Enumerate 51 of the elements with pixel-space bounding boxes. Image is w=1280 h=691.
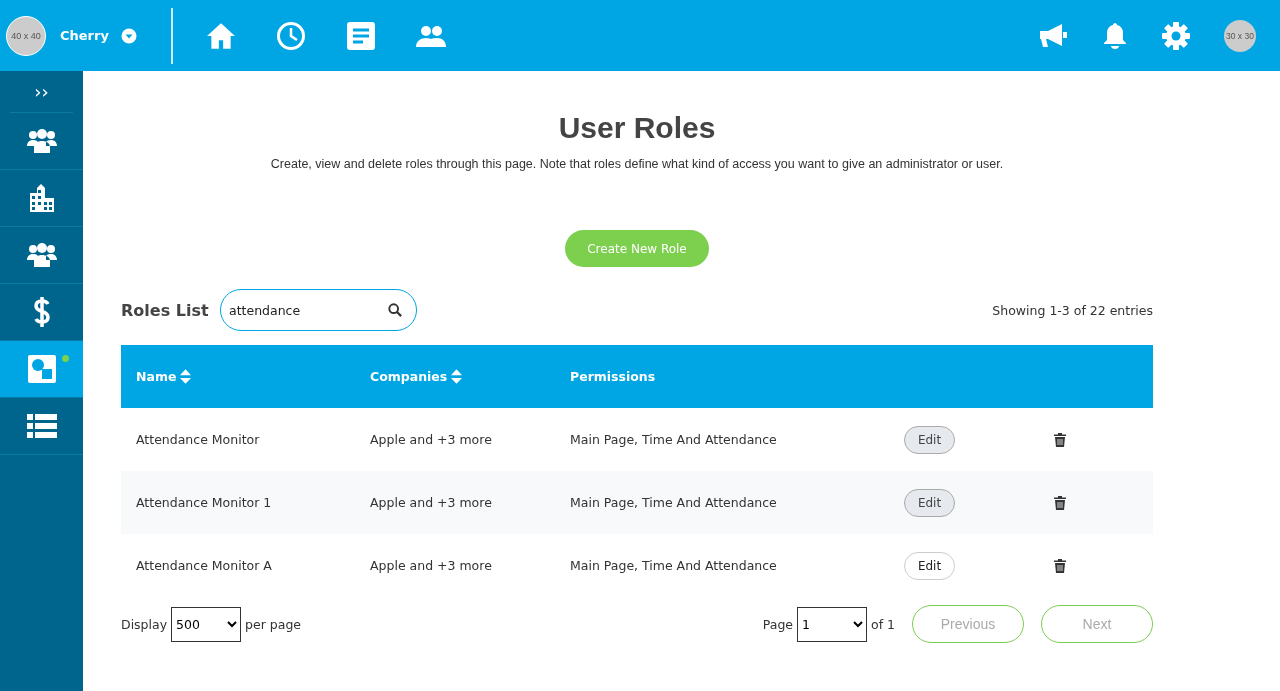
page-count: of 1 [871,616,895,632]
table-cell-text: Apple and +3 more [370,432,493,447]
settings-icon[interactable] [1162,21,1190,50]
page-description: Create, view and delete roles through this page. Note that roles define what kind of access you want to give an administrator or user. [269,157,1005,171]
table-cell-text: Attendance Monitor 1 [135,495,273,510]
display-label: Display [121,616,168,632]
column-header[interactable]: Permissions [570,369,656,384]
table-cell-text: Apple and +3 more [370,495,493,510]
list-icon [26,414,57,438]
expand-button[interactable]: ›› [10,71,73,113]
home-icon[interactable] [206,21,236,50]
document-icon[interactable] [346,20,376,51]
edit-button[interactable]: Edit [904,425,955,454]
table-cell-text: Main Page, Time And Attendance [570,432,778,447]
page-select[interactable]: 1 [797,606,867,642]
table-cell-text: Attendance Monitor [135,432,261,447]
column-header[interactable]: Companies [370,369,448,384]
shapes-icon [26,354,57,384]
search-icon[interactable] [388,303,402,317]
trash-icon[interactable] [1054,558,1066,573]
clock-icon[interactable] [276,20,306,51]
megaphone-icon[interactable] [1038,22,1068,49]
per-page-label: per page [245,616,302,632]
trash-icon[interactable] [1054,495,1066,510]
table-cell-text: Apple and +3 more [370,558,493,573]
column-header[interactable]: Name [136,369,177,384]
edit-button[interactable]: Edit [904,488,955,517]
people-icon[interactable] [416,24,446,47]
search-field[interactable]: attendance [220,289,417,331]
edit-button[interactable]: Edit [904,551,955,580]
section-heading: Roles List [121,300,210,320]
group-icon [26,129,57,153]
group-icon [26,243,57,267]
sort-icon[interactable] [180,369,192,384]
table-cell-text: Main Page, Time And Attendance [570,558,778,573]
dollar-icon [32,296,51,328]
table-cell-text: Main Page, Time And Attendance [570,495,778,510]
bell-icon[interactable] [1102,21,1128,50]
user-name[interactable]: Cherry [60,28,109,43]
avatar[interactable]: 30 x 30 [1224,19,1256,52]
page-title: User Roles [557,111,717,145]
avatar[interactable]: 40 x 40 [6,15,46,56]
caret-icon[interactable] [120,27,137,44]
page-size-select[interactable]: 500 [171,606,242,642]
sort-icon[interactable] [451,369,463,384]
table-cell-text: Attendance Monitor A [135,558,273,573]
trash-icon[interactable] [1054,432,1066,447]
page-label: Page [762,616,793,632]
sidebar-item[interactable] [0,341,83,398]
building-icon [28,184,55,212]
entries-info: Showing 1-3 of 22 entries [992,302,1153,318]
